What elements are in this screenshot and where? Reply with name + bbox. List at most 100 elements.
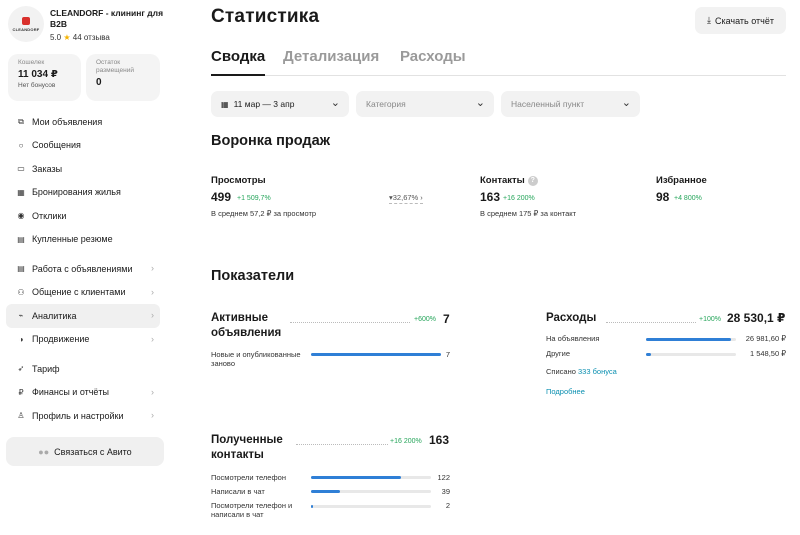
contacts-label: Контакты? [480, 175, 538, 186]
sidebar-item-responses[interactable]: ◉ Отклики [6, 204, 160, 228]
calendar-icon: ▦ [221, 99, 229, 109]
written-off-prefix: Списано [546, 367, 576, 376]
expenses-total: 28 530,1 ₽ [727, 311, 786, 325]
written-off-bonus-link[interactable]: 333 бонуса [578, 367, 617, 376]
contacts-both-label: Посмотрели телефон и написали в чат [211, 501, 293, 519]
wallet-bonus: Нет бонусов [18, 82, 56, 89]
favorites-delta: +4 800% [674, 195, 702, 202]
copy-icon: ⧉ [18, 116, 24, 126]
sidebar-item-resumes[interactable]: ▤ Купленные резюме [6, 228, 160, 252]
shop-header[interactable]: CLEANDORF CLEANDORF - клининг для B2B 5.… [8, 6, 168, 46]
category-placeholder: Категория [366, 99, 406, 109]
city-placeholder: Населенный пункт [511, 99, 585, 109]
sidebar-item-label: Общение с клиентами [32, 287, 126, 298]
city-select[interactable]: Населенный пункт ⌄ [501, 91, 640, 117]
category-select[interactable]: Категория ⌄ [356, 91, 494, 117]
active-ads-title: Активные объявления [211, 312, 282, 339]
chart-icon: ⌁ [18, 311, 24, 321]
contacts-delta: +16 200% [503, 195, 535, 202]
star-icon: ★ [63, 33, 71, 42]
shop-logo: CLEANDORF [8, 6, 44, 42]
contacts-chat-bar [311, 490, 431, 493]
views-conversion[interactable]: ▾32,67% › [389, 193, 423, 204]
received-contacts-delta: +16 200% [390, 438, 422, 445]
contact-avito-button[interactable]: ●● Связаться с Авито [6, 437, 164, 466]
date-range-select[interactable]: ▦ 11 мар — 3 апр ⌄ [211, 91, 349, 117]
active-ads-row-label: Новые и опубликованные заново [211, 350, 301, 368]
sidebar-item-label: Отклики [32, 210, 67, 221]
page-title: Статистика [211, 6, 320, 27]
rating-value: 5.0 [50, 33, 62, 42]
sidebar-item-label: Продвижение [32, 334, 90, 345]
users-icon: ⚇ [17, 287, 25, 297]
calendar-icon: ▦ [17, 187, 25, 197]
tab-expenses[interactable]: Расходы [400, 48, 466, 76]
ruble-icon: ₽ [18, 387, 24, 397]
expenses-other-value: 1 548,50 ₽ [749, 349, 786, 358]
contacts-phone-bar [311, 476, 431, 479]
list-icon: ▤ [17, 264, 25, 274]
sidebar-item-label: Финансы и отчёты [32, 387, 110, 398]
contacts-average: В среднем 175 ₽ за контакт [480, 209, 577, 218]
document-icon: ▤ [17, 234, 25, 244]
expenses-ads-label: На объявления [546, 334, 600, 343]
box-icon: ▭ [17, 164, 25, 174]
sidebar-item-work-with-ads[interactable]: ▤ Работа с объявлениями › [6, 257, 160, 281]
chevron-right-icon: › [151, 410, 154, 420]
shop-name[interactable]: CLEANDORF - клининг для B2B [50, 8, 168, 30]
favorites-label: Избранное [656, 175, 707, 186]
placements-value: 0 [96, 77, 102, 88]
conversion-value: 32,67% [392, 193, 419, 202]
more-details-link[interactable]: Подробнее [546, 387, 585, 396]
sidebar-item-finance[interactable]: ₽ Финансы и отчёты › [6, 381, 160, 405]
chevron-right-icon: › [151, 386, 154, 397]
active-ads-delta: +600% [414, 316, 436, 323]
wallet-label: Кошелек [18, 59, 45, 66]
views-value: 499 [211, 190, 232, 204]
download-report-button[interactable]: ⤓ Скачать отчёт [695, 7, 786, 34]
sidebar-item-analytics[interactable]: ⌁ Аналитика › [6, 304, 160, 328]
chevron-right-icon: › [151, 286, 154, 297]
help-icon[interactable]: ? [527, 176, 538, 186]
bar-fill [311, 476, 401, 479]
sidebar-item-tariff[interactable]: ➶ Тариф [6, 357, 160, 381]
contacts-chat-label: Написали в чат [211, 487, 265, 496]
tabs: Сводка Детализация Расходы [211, 48, 786, 76]
sidebar-item-label: Мои объявления [32, 116, 103, 127]
received-contacts-title: Полученные контакты [211, 434, 283, 461]
written-off: Списано 333 бонуса [546, 367, 617, 376]
shop-rating[interactable]: 5.0 ★ 44 отзыва [50, 33, 110, 42]
sidebar-item-label: Сообщения [32, 140, 81, 151]
bar-fill [311, 353, 441, 356]
indicators-title: Показатели [211, 268, 295, 284]
tab-details[interactable]: Детализация [283, 48, 379, 76]
active-ads-total: 7 [443, 312, 450, 326]
chevron-down-icon: ⌄ [330, 97, 340, 109]
download-icon: ⤓ [707, 15, 711, 25]
tab-summary[interactable]: Сводка [211, 48, 266, 76]
views-label: Просмотры [211, 175, 266, 186]
bar-fill [311, 490, 340, 493]
sidebar-item-bookings[interactable]: ▦ Бронирования жилья [6, 181, 160, 205]
sidebar-item-orders[interactable]: ▭ Заказы [6, 157, 160, 181]
sidebar-item-profile[interactable]: ♙ Профиль и настройки › [6, 404, 160, 428]
sidebar-item-clients[interactable]: ⚇ Общение с клиентами › [6, 281, 160, 305]
sidebar-item-my-ads[interactable]: ⧉ Мои объявления [6, 110, 160, 134]
sidebar-item-promotion[interactable]: ◑ Продвижение › [6, 328, 160, 352]
dotted-leader [606, 322, 696, 323]
chevron-right-icon: › [420, 193, 423, 202]
placements-card[interactable]: Остаток размещений 0 [86, 54, 160, 101]
sidebar-item-label: Аналитика [32, 310, 77, 321]
contacts-value: 163 [480, 190, 501, 204]
sidebar-item-label: Заказы [32, 163, 63, 174]
chevron-right-icon: › [151, 263, 154, 273]
date-range-value: 11 мар — 3 апр [233, 99, 295, 109]
wallet-card[interactable]: Кошелек 11 034 ₽ Нет бонусов [8, 54, 81, 101]
bar-fill [646, 338, 732, 341]
bar-fill [646, 353, 651, 356]
contacts-label-text: Контакты [480, 175, 525, 186]
sidebar-item-messages[interactable]: ○ Сообщения [6, 134, 160, 158]
chat-dots-icon: ●● [38, 446, 50, 457]
contacts-phone-label: Посмотрели телефон [211, 473, 286, 482]
reviews-count: 44 отзыва [72, 33, 110, 42]
